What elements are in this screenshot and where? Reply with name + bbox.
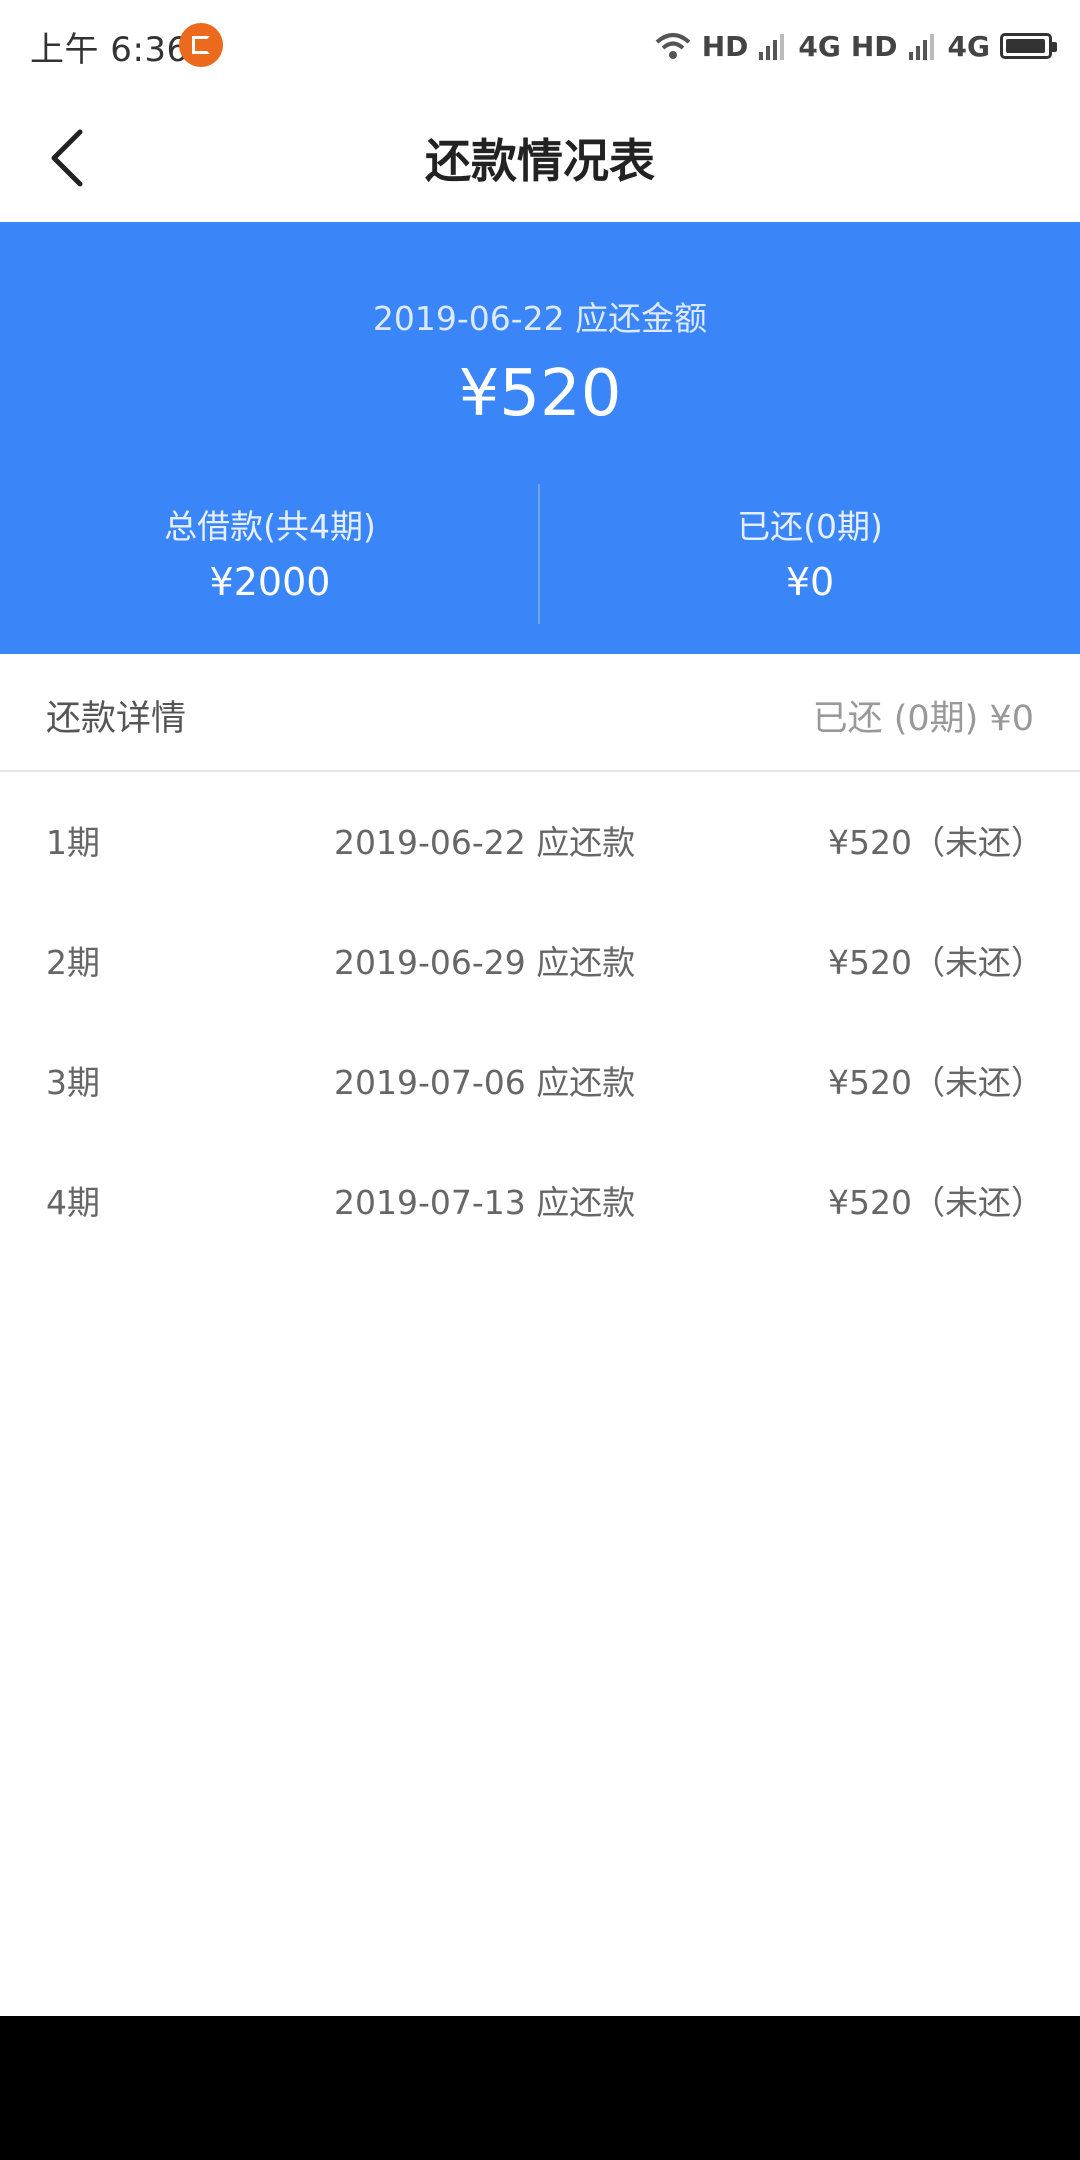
wifi-icon — [654, 31, 692, 61]
due-amount: ¥520 — [458, 357, 622, 431]
repayment-details-header: 还款详情 已还 (0期) ¥0 — [0, 654, 1080, 772]
page-title: 还款情况表 — [425, 134, 655, 188]
total-loan-block: 总借款(共4期) ¥2000 — [0, 500, 540, 604]
signal-icon — [908, 32, 938, 60]
period-label: 4期 — [46, 1183, 100, 1222]
list-item: 2期 2019-06-29 应还款 ¥520（未还） — [0, 900, 1080, 1020]
status-time: 上午 6:36 — [30, 30, 189, 70]
amount-status: ¥520（未还） — [828, 943, 1044, 982]
notification-app-icon — [179, 23, 223, 67]
paid-value: ¥0 — [785, 560, 835, 604]
amount-status: ¥520（未还） — [828, 1183, 1044, 1222]
paid-block: 已还(0期) ¥0 — [540, 500, 1080, 604]
period-label: 1期 — [46, 823, 100, 862]
details-title: 还款详情 — [46, 699, 187, 739]
status-indicators: HD 4G HD 4G — [654, 25, 1057, 67]
period-label: 2期 — [46, 943, 100, 982]
network-label-2: HD — [850, 29, 898, 63]
list-item: 4期 2019-07-13 应还款 ¥520（未还） — [0, 1140, 1080, 1260]
nav-bar: 还款情况表 — [0, 92, 1080, 222]
details-paid-summary: 已还 (0期) ¥0 — [812, 699, 1034, 739]
period-label: 3期 — [46, 1063, 100, 1102]
net-type-1: 4G — [798, 29, 841, 63]
repayment-schedule-list: 1期 2019-06-22 应还款 ¥520（未还） 2期 2019-06-29… — [0, 780, 1080, 1260]
due-date: 2019-07-06 应还款 — [334, 1063, 636, 1102]
status-bar: 上午 6:36 HD 4G HD 4G — [0, 0, 1080, 92]
battery-icon — [1000, 33, 1057, 59]
paid-label: 已还(0期) — [737, 507, 883, 546]
total-loan-label: 总借款(共4期) — [164, 507, 376, 546]
net-type-2: 4G — [947, 29, 990, 63]
system-navigation-bar — [0, 2016, 1080, 2160]
amount-status: ¥520（未还） — [828, 1063, 1044, 1102]
repayment-summary-card: 2019-06-22 应还金额 ¥520 总借款(共4期) ¥2000 已还(0… — [0, 222, 1080, 654]
list-item: 3期 2019-07-06 应还款 ¥520（未还） — [0, 1020, 1080, 1140]
list-item: 1期 2019-06-22 应还款 ¥520（未还） — [0, 780, 1080, 900]
due-date-label: 2019-06-22 应还金额 — [372, 299, 708, 338]
due-date: 2019-06-22 应还款 — [334, 823, 636, 862]
network-label-1: HD — [701, 29, 749, 63]
total-loan-value: ¥2000 — [209, 560, 331, 604]
due-date: 2019-07-13 应还款 — [334, 1183, 636, 1222]
signal-icon — [758, 32, 788, 60]
due-date: 2019-06-29 应还款 — [334, 943, 636, 982]
amount-status: ¥520（未还） — [828, 823, 1044, 862]
